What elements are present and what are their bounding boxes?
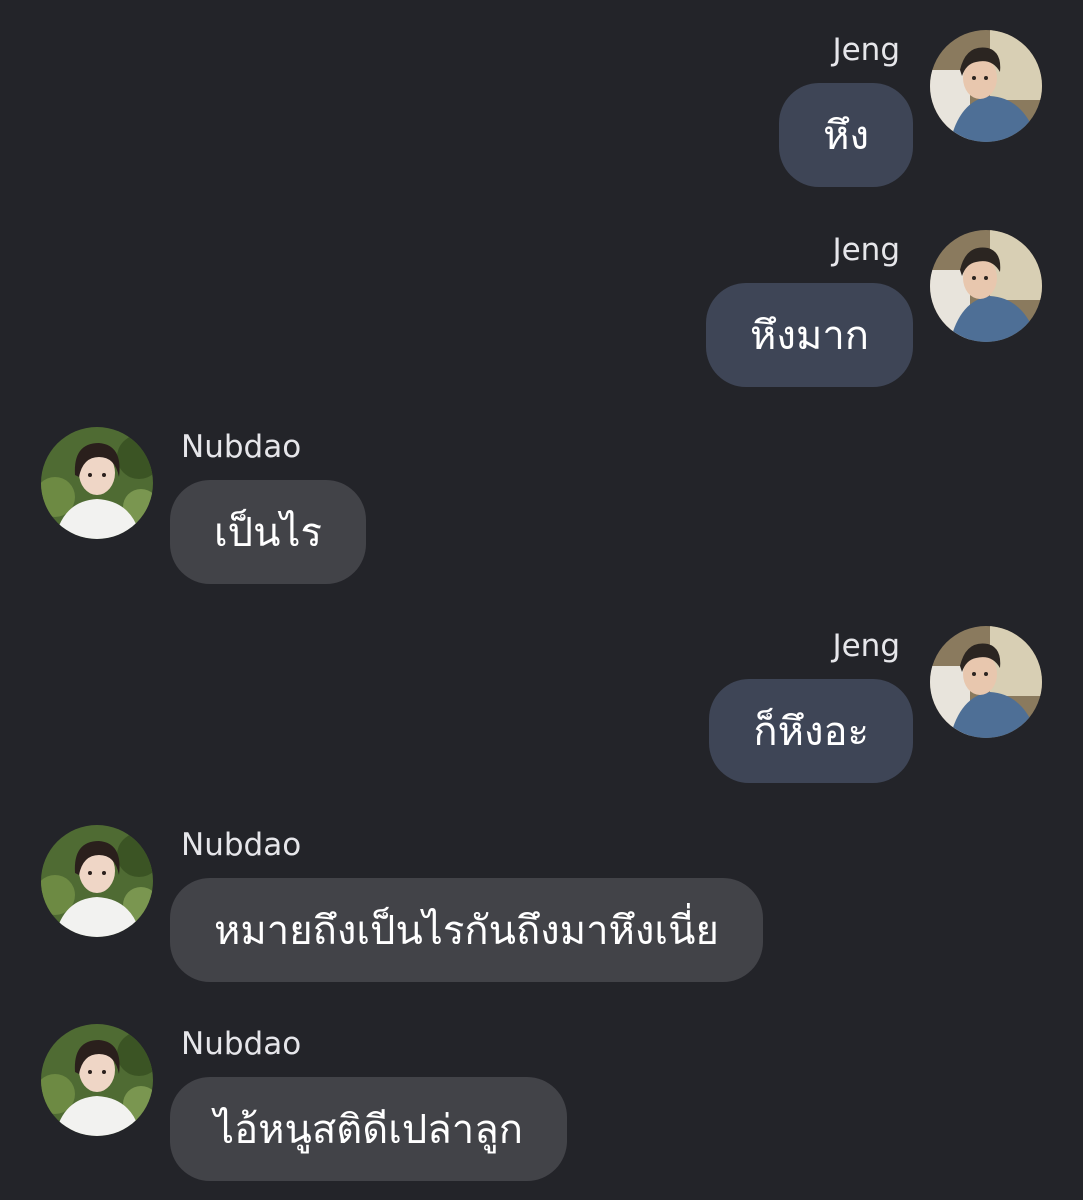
message-bubble[interactable]: หึง [779,83,913,187]
sender-name: Jeng [832,32,900,68]
message-bubble[interactable]: เป็นไร [170,480,367,584]
jeng-avatar-icon[interactable] [930,230,1042,342]
sender-name: Jeng [832,232,900,268]
sender-name: Nubdao [181,827,302,863]
nubdao-avatar-icon[interactable] [41,427,153,539]
sender-name: Nubdao [181,429,302,465]
message-row: Nubdao เป็นไร [0,427,1083,587]
message-row: Jeng หึง [0,30,1083,190]
message-row: Jeng ก็หึงอะ [0,626,1083,786]
jeng-avatar-icon[interactable] [930,626,1042,738]
message-bubble[interactable]: หึงมาก [706,283,913,387]
nubdao-avatar-icon[interactable] [41,825,153,937]
message-row: Jeng หึงมาก [0,230,1083,390]
sender-name: Nubdao [181,1026,302,1062]
message-row: Nubdao หมายถึงเป็นไรกันถึงมาหึงเนี่ย [0,825,1083,985]
nubdao-avatar-icon[interactable] [41,1024,153,1136]
message-bubble[interactable]: ก็หึงอะ [709,679,913,783]
message-row: Nubdao ไอ้หนูสติดีเปล่าลูก [0,1024,1083,1184]
message-bubble[interactable]: หมายถึงเป็นไรกันถึงมาหึงเนี่ย [170,878,763,982]
jeng-avatar-icon[interactable] [930,30,1042,142]
sender-name: Jeng [832,628,900,664]
message-bubble[interactable]: ไอ้หนูสติดีเปล่าลูก [170,1077,567,1181]
